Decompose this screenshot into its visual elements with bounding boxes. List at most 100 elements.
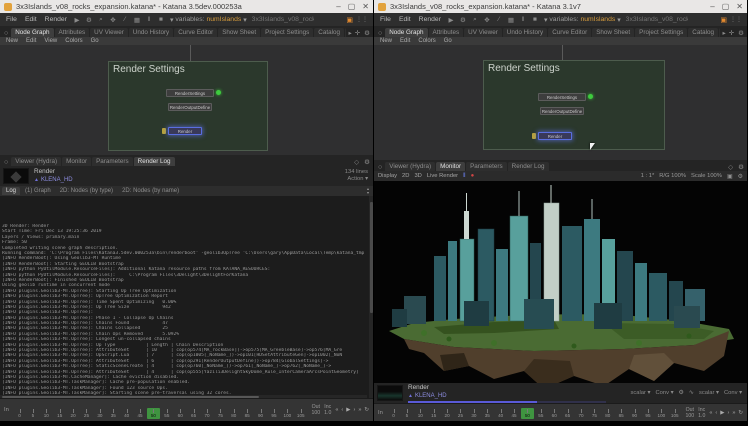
render-status-icon[interactable]: ▣ (720, 16, 727, 24)
frame-tick[interactable]: 30 (467, 408, 480, 419)
frame-tick[interactable]: 55 (534, 408, 547, 419)
menu-item[interactable]: File (5, 16, 18, 23)
frame-tick[interactable]: 50 (521, 408, 534, 419)
render-thumbnail[interactable] (3, 168, 29, 184)
transport-button[interactable]: » (732, 410, 735, 416)
node-renderoutputdefine[interactable]: RenderOutputDefine (168, 103, 212, 111)
frame-tick[interactable]: 70 (574, 408, 587, 419)
transport-button[interactable]: « (335, 407, 338, 413)
tab[interactable]: Monitor (436, 162, 465, 171)
corner-icon[interactable]: ◇ (353, 158, 360, 166)
scrollbar-thumb[interactable] (2, 396, 259, 398)
menu-item[interactable]: View (44, 38, 57, 44)
node-render[interactable]: Render (538, 132, 572, 140)
tab[interactable]: Undo History (129, 28, 173, 37)
vertical-scrollbar[interactable] (369, 196, 373, 398)
tab[interactable]: Render Log (508, 162, 549, 171)
scalar-dropdown[interactable]: scalar ▾ (699, 390, 719, 397)
minimize-button[interactable]: – (336, 3, 340, 11)
frame-tick[interactable]: 100 (281, 408, 294, 419)
transport-button[interactable]: ▶ (346, 407, 350, 413)
transport-button[interactable]: ↻ (364, 407, 369, 413)
frame-ruler[interactable]: 0510152025303540455055606570758085909510… (13, 399, 308, 421)
frame-tick[interactable]: 90 (628, 408, 641, 419)
frame-tick[interactable]: 45 (507, 408, 520, 419)
scrollbar-thumb[interactable] (370, 202, 373, 313)
tab[interactable]: UV Viewer (90, 28, 128, 37)
tab[interactable]: 2D: Nodes (by name) (118, 187, 183, 195)
scalar-dropdown[interactable]: scalar ▾ (630, 390, 650, 397)
tab[interactable]: Parameters (92, 157, 133, 166)
tab[interactable]: Project Settings (261, 28, 313, 37)
frame-tick[interactable]: 90 (254, 408, 267, 419)
timeline-out-value[interactable]: 100 (685, 413, 694, 419)
menu-item[interactable]: Edit (26, 38, 36, 44)
layout-icon[interactable]: ▦ (133, 16, 141, 24)
pause-icon[interactable]: ‖ (145, 16, 153, 24)
frame-tick[interactable]: 105 (668, 408, 681, 419)
render-status-icon[interactable]: ▣ (346, 16, 353, 24)
viewed-node-indicator-icon[interactable] (216, 90, 221, 95)
scale-control[interactable]: Scale 100% (691, 173, 722, 179)
monitor-viewport[interactable] (374, 181, 747, 383)
frame-tick[interactable]: 50 (147, 408, 160, 419)
frame-tick[interactable]: 35 (107, 408, 120, 419)
menu-item[interactable]: Go (91, 38, 99, 44)
frame-tick[interactable]: 60 (174, 408, 187, 419)
tab-overflow-icon[interactable]: ▸ (721, 29, 726, 37)
layout-icon[interactable]: ▦ (507, 16, 515, 24)
transport-button[interactable]: « (709, 410, 712, 416)
menu-item[interactable]: Render (44, 16, 68, 23)
pane-menu-icon[interactable]: ○ (2, 30, 10, 37)
live-render-button[interactable]: Live Render (427, 173, 458, 179)
settings-icon[interactable]: ⚙ (459, 16, 467, 24)
frame-tick[interactable]: 0 (13, 408, 26, 419)
menu-item[interactable]: Go (444, 38, 452, 44)
frame-tick[interactable]: 40 (494, 408, 507, 419)
settings-icon[interactable]: ⚙ (85, 16, 93, 24)
tab[interactable]: Catalog (688, 28, 718, 37)
backdrop-node[interactable]: Render Settings (483, 60, 665, 150)
viewed-node-indicator-icon[interactable] (588, 94, 593, 99)
node-rendersettings[interactable]: RenderSettings (166, 89, 214, 97)
pane-menu-icon[interactable]: ○ (376, 30, 384, 37)
variables-selector[interactable]: ▾ variables: numIslands ▾ (544, 16, 621, 24)
frame-tick[interactable]: 105 (294, 408, 307, 419)
record-render-icon[interactable]: ● (471, 173, 475, 179)
tab[interactable]: Show Sheet (592, 28, 634, 37)
conv-dropdown[interactable]: Conv ▾ (655, 390, 673, 397)
frame-tick[interactable]: 95 (267, 408, 280, 419)
corner-icon[interactable]: ◇ (727, 163, 734, 171)
zoom-level[interactable]: 1 : 1* (641, 173, 655, 179)
frame-tick[interactable]: 30 (93, 408, 106, 419)
view-2d-button[interactable]: 2D (402, 173, 409, 179)
tab[interactable]: Curve Editor (548, 28, 591, 37)
close-button[interactable]: ✕ (736, 3, 743, 11)
corner-icon[interactable]: ⚙ (363, 158, 371, 166)
tab[interactable]: Curve Editor (174, 28, 217, 37)
transport-button[interactable]: › (353, 407, 355, 413)
pause-icon[interactable]: ‖ (519, 16, 527, 24)
frame-tick[interactable]: 15 (427, 408, 440, 419)
pause-render-icon[interactable]: ‖ (463, 173, 465, 179)
close-button[interactable]: ✕ (362, 3, 369, 11)
action-dropdown[interactable]: Action ▾ (345, 176, 368, 183)
variables-value[interactable]: numIslands (206, 16, 241, 23)
menu-item[interactable]: Render (418, 16, 442, 23)
variables-value[interactable]: numIslands (580, 16, 615, 23)
pane-menu-icon[interactable]: ○ (2, 159, 10, 166)
node-render[interactable]: Render (168, 127, 202, 135)
render-icon[interactable]: ▶ (73, 16, 81, 24)
timeline-inc-value[interactable]: 1.0 (324, 410, 331, 416)
timeline-out-value[interactable]: 100 (311, 410, 320, 416)
timeline-inc-value[interactable]: 1.0 (698, 413, 705, 419)
frame-tick[interactable]: 65 (561, 408, 574, 419)
gain-control[interactable]: R/G 100% (659, 173, 686, 179)
titlebar[interactable]: 3x3Islands_v08_rocks_expansion.katana* -… (0, 0, 373, 13)
frame-tick[interactable]: 75 (214, 408, 227, 419)
transport-button[interactable]: ‹ (341, 407, 343, 413)
frame-tick[interactable]: 40 (120, 408, 133, 419)
menu-item[interactable]: Colors (65, 38, 82, 44)
tab[interactable]: Render Log (134, 157, 175, 166)
move-icon[interactable]: ✥ (483, 16, 491, 24)
